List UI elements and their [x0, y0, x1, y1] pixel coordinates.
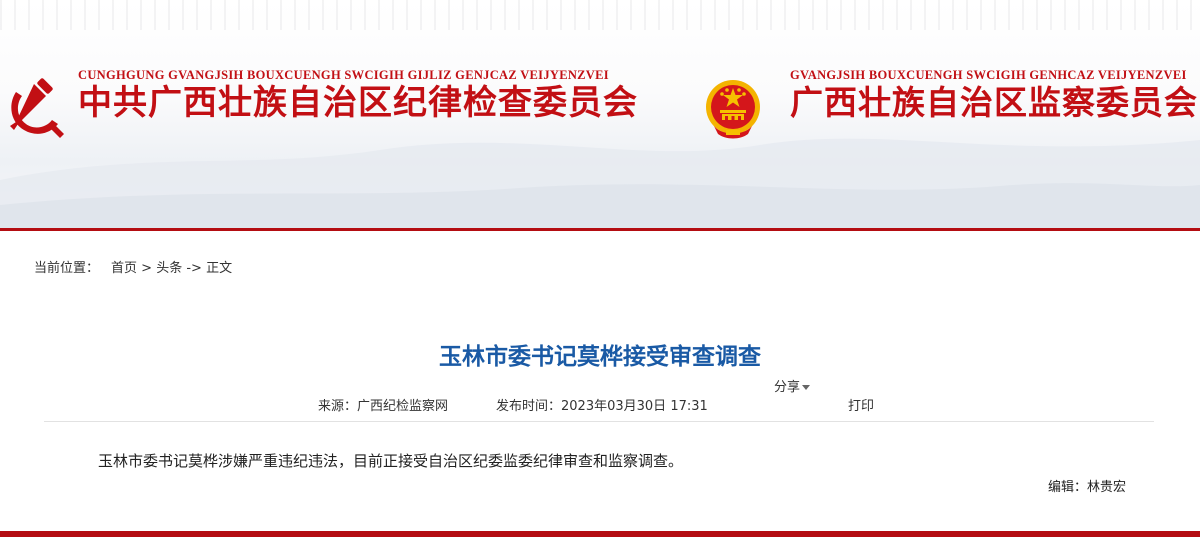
article-source: 来源：广西纪检监察网 [318, 395, 448, 414]
breadcrumb-current: 正文 [206, 261, 233, 276]
breadcrumb-label: 当前位置： [34, 261, 100, 276]
footer-bar [0, 531, 1200, 537]
supervision-commission-cn: 广西壮族自治区监察委员会 [790, 83, 1198, 122]
article-title: 玉林市委书记莫桦接受审查调查 [439, 344, 761, 370]
source-value: 广西纪检监察网 [357, 399, 449, 414]
time-value: 2023年03月30日 17:31 [561, 399, 708, 414]
share-label: 分享 [774, 380, 801, 395]
article-publish-time: 发布时间：2023年03月30日 17:31 [496, 395, 708, 414]
breadcrumb-home-link[interactable]: 首页 [111, 261, 137, 276]
party-committee-name: CUNGHGUNG GVANGJSIH BOUXCUENGH SWCIGIH G… [78, 68, 638, 123]
breadcrumb: 当前位置： 首页 > 头条 -> 正文 [34, 257, 232, 276]
time-label: 发布时间： [496, 399, 562, 414]
source-label: 来源： [318, 399, 358, 414]
article-editor: 编辑：林贵宏 [1048, 476, 1126, 495]
party-emblem-icon [10, 78, 64, 138]
meta-divider [44, 421, 1154, 422]
supervision-commission-en: GVANGJSIH BOUXCUENGH SWCIGIH GENHCAZ VEI… [790, 68, 1187, 82]
party-committee-cn: 中共广西壮族自治区纪律检查委员会 [78, 83, 638, 123]
site-header: CUNGHGUNG GVANGJSIH BOUXCUENGH SWCIGIH G… [0, 0, 1200, 230]
national-emblem-icon [706, 80, 760, 139]
article-body: 玉林市委书记莫桦涉嫌严重违纪违法，目前正接受自治区纪委监委纪律审查和监察调查。 [98, 452, 684, 470]
header-divider [0, 228, 1200, 231]
party-committee-en: CUNGHGUNG GVANGJSIH BOUXCUENGH SWCIGIH G… [78, 68, 609, 82]
editor-name: 林贵宏 [1087, 480, 1127, 495]
breadcrumb-section-link[interactable]: 头条 [156, 261, 182, 276]
supervision-commission-name: GVANGJSIH BOUXCUENGH SWCIGIH GENHCAZ VEI… [790, 68, 1198, 123]
editor-label: 编辑： [1048, 480, 1088, 495]
breadcrumb-separator: > [137, 261, 157, 276]
breadcrumb-separator: -> [182, 261, 207, 276]
chevron-down-icon [802, 385, 811, 390]
print-button[interactable]: 打印 [848, 395, 874, 414]
share-button[interactable]: 分享 [774, 376, 811, 395]
